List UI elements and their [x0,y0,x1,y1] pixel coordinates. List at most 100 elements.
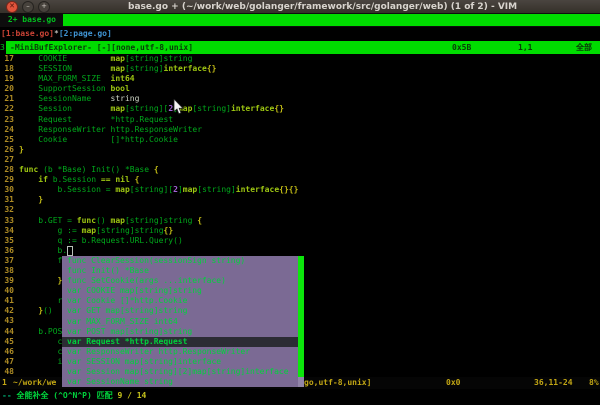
completion-item[interactable]: func Init() *Base [62,266,298,276]
code-line: 18 SESSION map[string]interface{} [0,64,600,74]
window-controls: ✕ – + [6,1,50,13]
code-line: 17 COOKIE map[string]string [0,54,600,64]
code-segment: map [111,216,125,225]
code-line: 21 SessionName string [0,94,600,104]
line-number: 30 [0,185,14,195]
code-segment: c [19,347,62,356]
completion-item[interactable]: var COOKIE map[string]string [62,286,298,296]
statusline-buffer-number: 1 [2,377,7,389]
code-segment: q := b.Request.URL.Query() [19,236,183,245]
code-segment: r [19,296,62,305]
tabline: 2+ base.go [0,13,600,27]
code-segment: g := [19,226,82,235]
code-segment: () [96,216,110,225]
minimize-icon[interactable]: – [22,1,34,13]
line-number: 22 [0,104,14,114]
completion-item[interactable]: func SetCookie(args ...interface) [62,276,298,286]
code-segment: {} [274,104,284,113]
window-title: base.go + (~/work/web/golanger/framework… [128,2,517,12]
maximize-icon[interactable]: + [38,1,50,13]
popup-scrollbar[interactable] [298,256,304,387]
code-line: 35 q := b.Request.URL.Query() [0,236,600,246]
completion-item-selected[interactable]: var Request *http.Request [62,337,298,347]
code-line: 30 b.Session = map[string][2]map[string]… [0,185,600,195]
code-segment: string [111,94,140,103]
code-segment: [string][ [125,104,168,113]
line-number: 48 [0,367,14,377]
code-segment: b.Session [48,175,101,184]
line-number: 44 [0,327,14,337]
code-segment: map [111,104,125,113]
code-segment: SupportSession [19,84,111,93]
code-segment [19,306,38,315]
close-icon[interactable]: ✕ [6,1,18,13]
code-segment: interface [231,104,274,113]
completion-item[interactable]: var SessionName string [62,377,298,387]
line-number: 31 [0,195,14,205]
code-segment: } [38,195,43,204]
code-line: 27 [0,155,600,165]
line-number: 42 [0,306,14,316]
message-segment: -- [2,391,16,400]
code-line: 26} [0,145,600,155]
code-segment: [string] [192,104,231,113]
line-number: 38 [0,266,14,276]
completion-items: func ClearSession(sessionSign string)fun… [62,256,304,387]
completion-item[interactable]: var POST map[string]string [62,327,298,337]
message-segment: 全能补全 (^O^N^P) 匹配 [16,391,117,400]
code-segment: Session [19,104,111,113]
code-line: 22 Session map[string][2]map[string]inte… [0,104,600,114]
statusline-cursor-position: 1,1 [518,41,532,54]
code-segment: () [43,306,53,315]
buffer-tab: [2:page.go] [59,29,112,38]
code-segment: MAX_FORM_SIZE [19,74,111,83]
line-number: 41 [0,296,14,306]
tab-current[interactable]: 2+ base.go [0,13,61,27]
code-line: 24 ResponseWriter http.ResponseWriter [0,125,600,135]
statusline-scroll-position: 8% [589,377,599,389]
code-segment: b.GET = [19,216,77,225]
line-number: 32 [0,205,14,215]
completion-item[interactable]: var SESSION map[string]interface [62,357,298,367]
code-segment: map [82,226,96,235]
popup-scrollbar-thumb[interactable] [298,256,304,377]
line-number: 43 [0,316,14,326]
code-line: 34 g := map[string]string{} [0,226,600,236]
completion-item[interactable]: var GET map[string]string [62,306,298,316]
completion-item[interactable]: var MAX_FORM_SIZE int64 [62,317,298,327]
code-segment: b. [19,246,67,255]
code-segment: [string][ [130,185,173,194]
completion-item[interactable]: var ResponseWriter http.ResponseWriter [62,347,298,357]
code-segment: [string]string [125,216,197,225]
code-segment: b.Session = [19,185,115,194]
completion-item[interactable]: var Cookie []*http.Cookie [62,296,298,306]
code-segment [19,195,38,204]
code-segment: int64 [111,74,135,83]
line-number: 28 [0,165,14,175]
mouse-cursor-icon [173,99,185,115]
minibufexplorer-buffers[interactable]: [1:base.go]*[2:page.go] [0,27,600,41]
code-line: 33 b.GET = func() map[string]string { [0,216,600,226]
line-number: 25 [0,135,14,145]
line-number: 36 [0,246,14,256]
insert-cursor [67,246,73,256]
code-line: 23 Request *http.Request [0,115,600,125]
completion-item[interactable]: func ClearSession(sessionSign string) [62,256,298,266]
statusline-buffer-name: -MiniBufExplorer- [-][none,utf-8,unix] [10,41,193,54]
completion-item[interactable]: var Session map[string][2]map[string]int… [62,367,298,377]
line-number: 45 [0,337,14,347]
code-line: 28func (b *Base) Init() *Base { [0,165,600,175]
code-segment: Request *http.Request [19,115,173,124]
code-line: 36 b. [0,246,600,256]
line-number: 34 [0,226,14,236]
code-line: 19 MAX_FORM_SIZE int64 [0,74,600,84]
code-segment: func [77,216,96,225]
line-number: 18 [0,64,14,74]
code-segment: } [19,145,24,154]
code-line: 20 SupportSession bool [0,84,600,94]
code-line: 31 } [0,195,600,205]
line-number: 39 [0,276,14,286]
line-number: 21 [0,94,14,104]
code-segment: map [115,185,129,194]
code-line: 32 [0,205,600,215]
